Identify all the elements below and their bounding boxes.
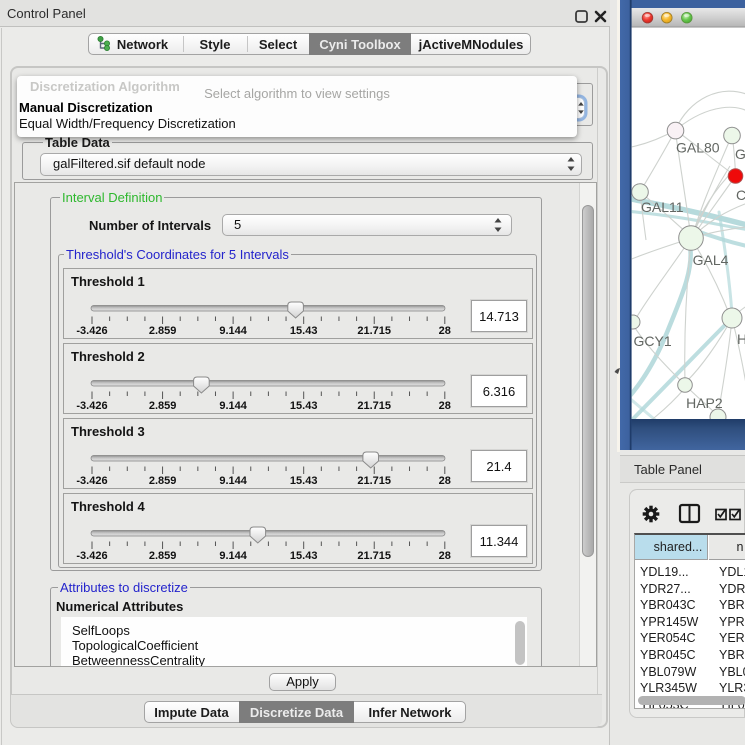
- svg-text:21.715: 21.715: [357, 475, 391, 487]
- svg-text:-3.426: -3.426: [76, 475, 107, 487]
- svg-text:15.43: 15.43: [290, 325, 318, 337]
- svg-text:2.859: 2.859: [149, 325, 177, 337]
- svg-text:2.859: 2.859: [149, 475, 177, 487]
- svg-text:-3.426: -3.426: [76, 400, 107, 412]
- svg-text:15.43: 15.43: [290, 400, 318, 412]
- svg-text:15.43: 15.43: [290, 550, 318, 562]
- svg-text:C: C: [736, 187, 745, 203]
- svg-text:HAP2: HAP2: [686, 395, 723, 411]
- svg-text:28: 28: [439, 475, 451, 487]
- svg-text:15.43: 15.43: [290, 475, 318, 487]
- svg-text:9.144: 9.144: [219, 325, 247, 337]
- svg-text:H: H: [737, 331, 745, 347]
- svg-text:2.859: 2.859: [149, 400, 177, 412]
- svg-text:28: 28: [439, 400, 451, 412]
- svg-text:9.144: 9.144: [219, 400, 247, 412]
- svg-text:21.715: 21.715: [357, 325, 391, 337]
- svg-text:21.715: 21.715: [357, 550, 391, 562]
- svg-text:28: 28: [439, 325, 451, 337]
- svg-text:28: 28: [439, 550, 451, 562]
- svg-text:GAL11: GAL11: [641, 199, 684, 215]
- svg-text:9.144: 9.144: [219, 550, 247, 562]
- svg-text:GAL80: GAL80: [676, 140, 720, 156]
- svg-text:9.144: 9.144: [219, 475, 247, 487]
- svg-text:-3.426: -3.426: [76, 325, 107, 337]
- svg-text:-3.426: -3.426: [76, 550, 107, 562]
- svg-text:2.859: 2.859: [149, 550, 177, 562]
- svg-text:GAL4: GAL4: [693, 252, 729, 268]
- svg-text:GCY1: GCY1: [634, 333, 672, 349]
- svg-text:G: G: [735, 146, 745, 162]
- svg-text:21.715: 21.715: [357, 400, 391, 412]
